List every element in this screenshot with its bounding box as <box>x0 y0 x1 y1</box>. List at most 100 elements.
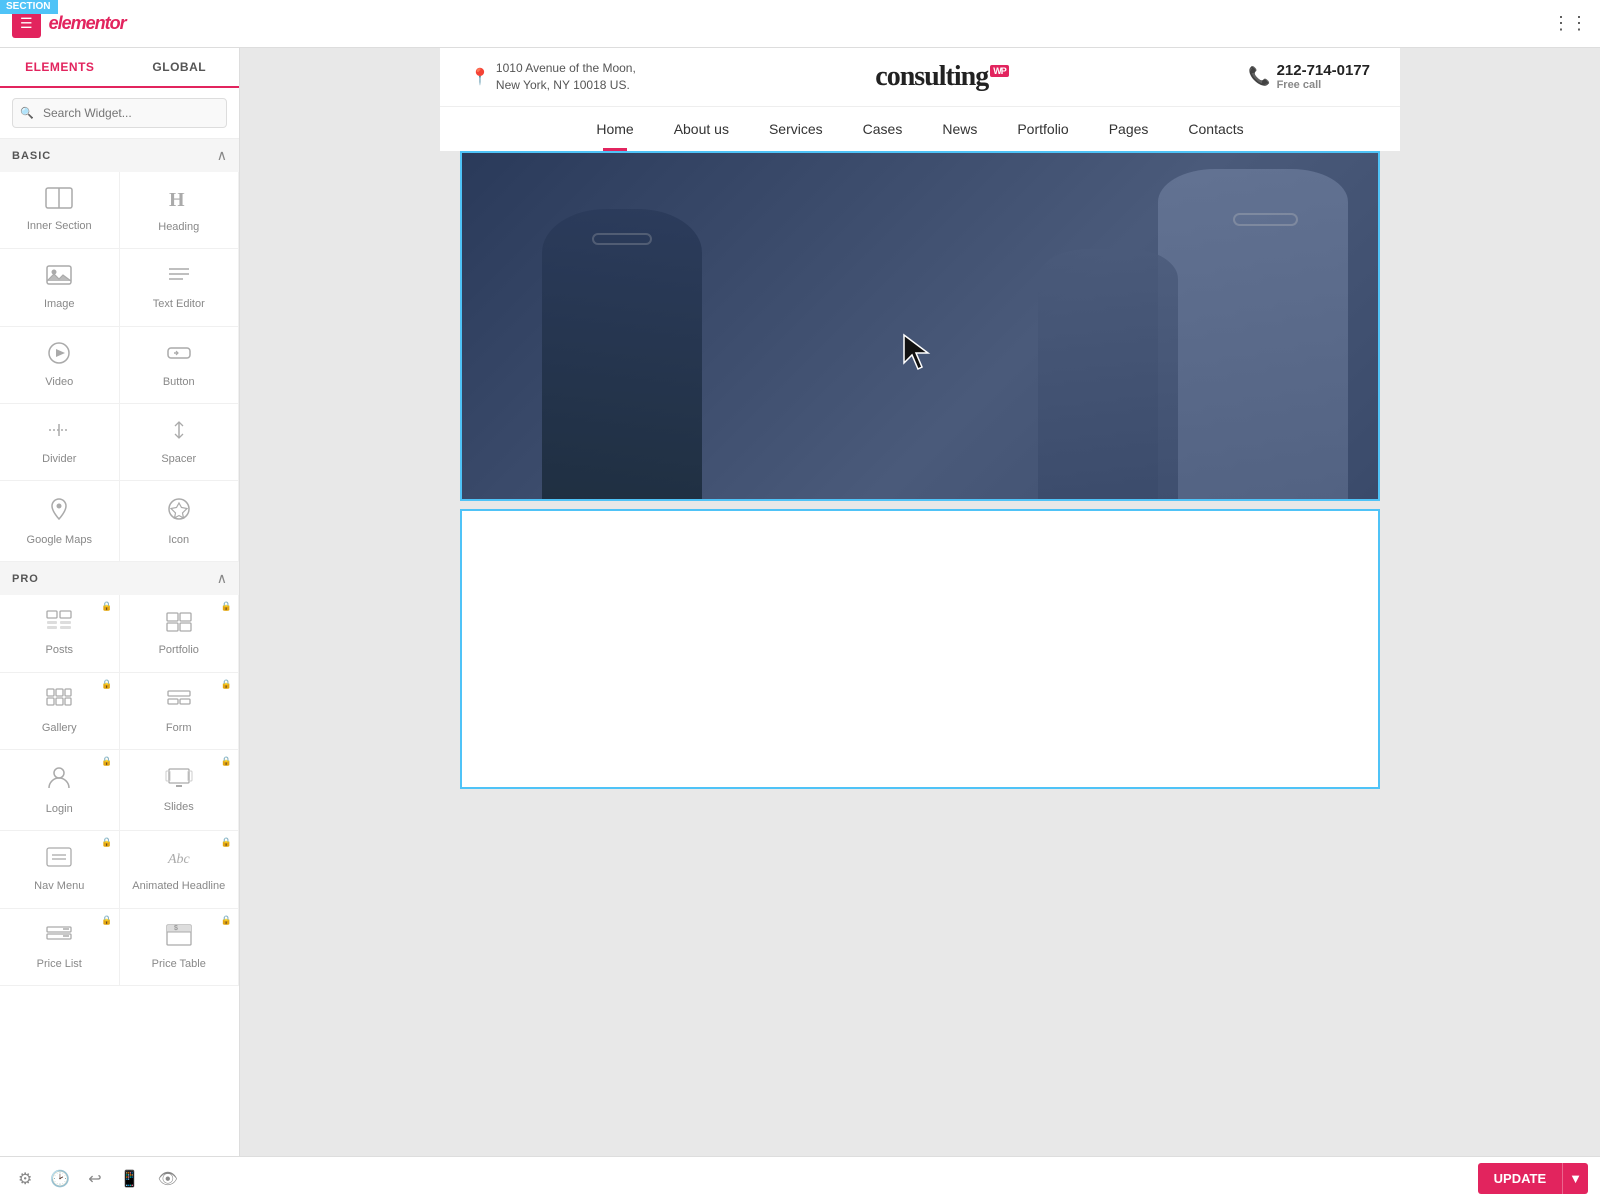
bottom-toolbar: ⚙ 🕑 ↩ 📱 👁 UPDATE ▼ <box>0 1156 1600 1200</box>
location-icon: 📍 <box>470 67 490 87</box>
nav-contacts[interactable]: Contacts <box>1168 107 1263 151</box>
website-preview: 📍 1010 Avenue of the Moon,New York, NY 1… <box>440 48 1400 789</box>
toolbar-right: ⋮⋮ <box>1552 13 1588 34</box>
widget-text-editor-label: Text Editor <box>153 297 205 311</box>
widget-spacer[interactable]: Spacer <box>120 404 240 481</box>
preview-button[interactable]: 👁 <box>152 1165 184 1193</box>
widget-gallery[interactable]: 🔒 Gallery <box>0 673 120 750</box>
nav-cases[interactable]: Cases <box>843 107 923 151</box>
bottom-right-tools: UPDATE ▼ <box>1478 1163 1588 1194</box>
slides-icon <box>165 766 193 794</box>
hero-section[interactable]: Section <box>460 151 1380 501</box>
figure-left <box>542 209 702 499</box>
site-logo: consultingWP <box>875 61 1008 92</box>
widget-button[interactable]: Button <box>120 327 240 404</box>
login-pro-badge: 🔒 <box>101 756 112 767</box>
search-wrapper <box>12 98 227 128</box>
widget-posts-label: Posts <box>45 643 73 657</box>
widget-gallery-label: Gallery <box>42 721 77 735</box>
price-table-pro-badge: 🔒 <box>221 915 232 926</box>
main-layout: ELEMENTS GLOBAL BASIC ∧ Inner Se <box>0 48 1600 1156</box>
sidebar-tabs: ELEMENTS GLOBAL <box>0 48 239 88</box>
widget-price-table-label: Price Table <box>152 957 206 971</box>
image-icon <box>45 263 73 291</box>
widget-spacer-label: Spacer <box>161 452 196 466</box>
widget-nav-menu[interactable]: 🔒 Nav Menu <box>0 831 120 908</box>
animated-headline-pro-badge: 🔒 <box>221 837 232 848</box>
widget-image[interactable]: Image <box>0 249 120 326</box>
update-arrow-button[interactable]: ▼ <box>1562 1163 1588 1194</box>
update-button[interactable]: UPDATE <box>1478 1163 1562 1194</box>
posts-pro-badge: 🔒 <box>101 601 112 612</box>
settings-button[interactable]: ⚙ <box>12 1165 38 1193</box>
history-button[interactable]: 🕑 <box>44 1165 76 1193</box>
tab-elements[interactable]: ELEMENTS <box>0 48 120 88</box>
widget-video-label: Video <box>45 375 73 389</box>
widget-animated-headline[interactable]: 🔒 Abc Animated Headline <box>120 831 240 908</box>
nav-pages[interactable]: Pages <box>1089 107 1169 151</box>
pro-section-title: PRO <box>12 573 39 585</box>
text-editor-icon <box>165 263 193 291</box>
gallery-icon <box>45 687 73 715</box>
widget-divider-label: Divider <box>42 452 76 466</box>
basic-section-header: BASIC ∧ <box>0 139 239 172</box>
portfolio-icon <box>165 609 193 637</box>
widget-slides[interactable]: 🔒 Slides <box>120 750 240 831</box>
search-widget-container <box>0 88 239 139</box>
widget-price-table[interactable]: 🔒 $ Price Table <box>120 909 240 986</box>
widgets-grid: BASIC ∧ Inner Section H Heading <box>0 139 239 986</box>
portfolio-pro-badge: 🔒 <box>221 601 232 612</box>
gallery-pro-badge: 🔒 <box>101 679 112 690</box>
widget-portfolio-label: Portfolio <box>159 643 199 657</box>
nav-home[interactable]: Home <box>576 107 653 151</box>
phone-info: 212-714-0177 Free call <box>1277 62 1370 91</box>
widget-video[interactable]: Video <box>0 327 120 404</box>
search-input[interactable] <box>12 98 227 128</box>
glasses-left <box>592 233 652 245</box>
widget-login-label: Login <box>46 802 73 816</box>
widget-portfolio[interactable]: 🔒 Portfolio <box>120 595 240 672</box>
widget-inner-section[interactable]: Inner Section <box>0 172 120 249</box>
widget-price-list[interactable]: 🔒 Price List <box>0 909 120 986</box>
pro-section-toggle[interactable]: ∧ <box>217 570 227 587</box>
widget-form-label: Form <box>166 721 192 735</box>
free-call-label: Free call <box>1277 79 1370 91</box>
widget-google-maps[interactable]: Google Maps <box>0 481 120 562</box>
form-pro-badge: 🔒 <box>221 679 232 690</box>
widget-heading[interactable]: H Heading <box>120 172 240 249</box>
top-toolbar: ☰ elementor ⋮⋮ <box>0 0 1600 48</box>
widget-google-maps-label: Google Maps <box>27 533 92 547</box>
nav-services[interactable]: Services <box>749 107 843 151</box>
responsive-button[interactable]: 📱 <box>114 1165 146 1193</box>
phone-icon: 📞 <box>1248 66 1270 87</box>
animated-headline-icon: Abc <box>165 845 193 873</box>
form-icon <box>165 687 193 715</box>
google-maps-icon <box>45 495 73 527</box>
widget-text-editor[interactable]: Text Editor <box>120 249 240 326</box>
basic-section-toggle[interactable]: ∧ <box>217 147 227 164</box>
tab-global[interactable]: GLOBAL <box>120 48 240 86</box>
widget-icon[interactable]: Icon <box>120 481 240 562</box>
widget-slides-label: Slides <box>164 800 194 814</box>
widget-login[interactable]: 🔒 Login <box>0 750 120 831</box>
nav-portfolio[interactable]: Portfolio <box>997 107 1088 151</box>
widget-animated-headline-label: Animated Headline <box>132 879 225 893</box>
widget-form[interactable]: 🔒 Form <box>120 673 240 750</box>
svg-text:$: $ <box>174 925 178 932</box>
widget-image-label: Image <box>44 297 75 311</box>
canvas-area: 📍 1010 Avenue of the Moon,New York, NY 1… <box>240 48 1600 1156</box>
glasses-right <box>1233 213 1298 226</box>
empty-section[interactable]: Section <box>460 509 1380 789</box>
nav-news[interactable]: News <box>922 107 997 151</box>
icon-widget-icon <box>165 495 193 527</box>
bottom-left-tools: ⚙ 🕑 ↩ 📱 👁 <box>12 1165 184 1193</box>
widget-divider[interactable]: Divider <box>0 404 120 481</box>
nav-menu-pro-badge: 🔒 <box>101 837 112 848</box>
widget-price-list-label: Price List <box>37 957 82 971</box>
undo-button[interactable]: ↩ <box>82 1165 107 1193</box>
nav-menu-icon <box>45 845 73 873</box>
grid-icon[interactable]: ⋮⋮ <box>1552 13 1588 34</box>
divider-icon <box>45 418 73 446</box>
nav-about[interactable]: About us <box>654 107 749 151</box>
widget-posts[interactable]: 🔒 Posts <box>0 595 120 672</box>
